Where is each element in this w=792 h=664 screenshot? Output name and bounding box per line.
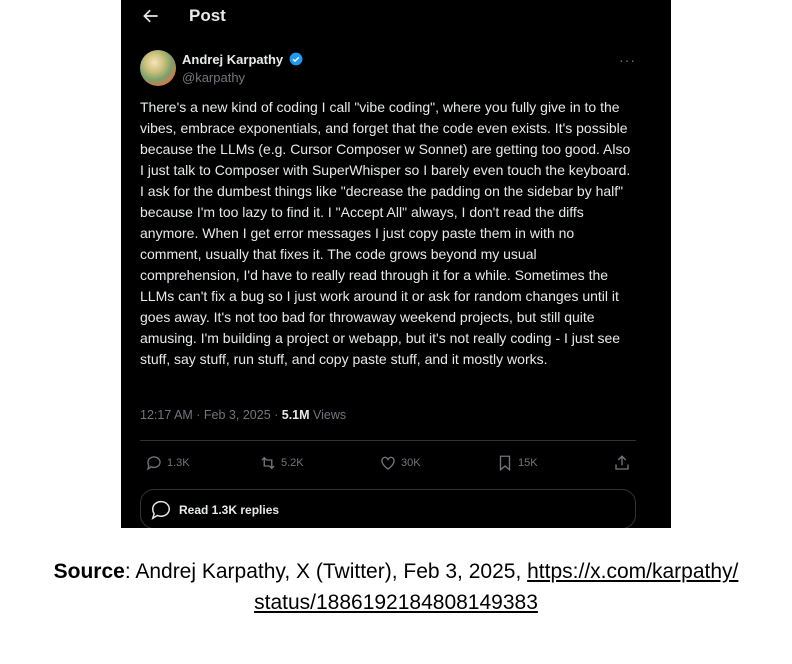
repost-button[interactable]: 5.2K <box>259 453 304 473</box>
back-arrow-icon[interactable] <box>141 6 161 26</box>
divider <box>140 440 636 441</box>
replies-bubble-icon <box>151 500 170 520</box>
views-count: 5.1M <box>281 408 310 422</box>
views-label: Views <box>309 408 347 422</box>
share-button[interactable] <box>613 453 635 473</box>
like-icon <box>381 456 395 470</box>
bookmark-button[interactable]: 15K <box>496 453 538 473</box>
read-replies-button[interactable]: Read 1.3K replies <box>140 489 636 528</box>
reply-button[interactable]: 1.3K <box>145 453 190 473</box>
avatar[interactable] <box>140 50 176 86</box>
page-title: Post <box>189 6 226 25</box>
like-button[interactable]: 30K <box>379 453 421 473</box>
verified-badge-icon <box>289 52 303 66</box>
author-name[interactable]: Andrej Karpathy <box>182 52 283 67</box>
reply-count: 1.3K <box>167 457 190 469</box>
read-replies-label: Read 1.3K replies <box>179 503 280 517</box>
author-handle[interactable]: @karpathy <box>182 70 245 85</box>
like-count: 30K <box>401 457 421 469</box>
repost-count: 5.2K <box>281 457 304 469</box>
source-text: : Andrej Karpathy, X (Twitter), Feb 3, 2… <box>124 560 528 583</box>
source-link-part1[interactable]: https://x.com/karpathy/ <box>527 560 738 583</box>
bookmark-count: 15K <box>518 457 538 469</box>
more-icon[interactable]: ··· <box>619 52 636 68</box>
reply-icon <box>146 456 161 471</box>
top-bar: Post <box>121 0 671 34</box>
post-timestamp[interactable]: 12:17 AM · Feb 3, 2025 · <box>140 408 282 422</box>
source-caption: Source: Andrej Karpathy, X (Twitter), Fe… <box>0 556 792 618</box>
source-link-part2[interactable]: status/1886192184808149383 <box>254 591 538 614</box>
share-icon <box>615 455 629 470</box>
post-panel: Post Andrej Karpathy @karpathy ··· There… <box>121 0 671 528</box>
repost-icon <box>261 456 275 470</box>
source-label: Source <box>53 560 125 583</box>
bookmark-icon <box>499 455 511 472</box>
post-text: There's a new kind of coding I call "vib… <box>140 99 631 367</box>
post-meta: 12:17 AM · Feb 3, 2025 · 5.1M Views <box>140 408 346 422</box>
